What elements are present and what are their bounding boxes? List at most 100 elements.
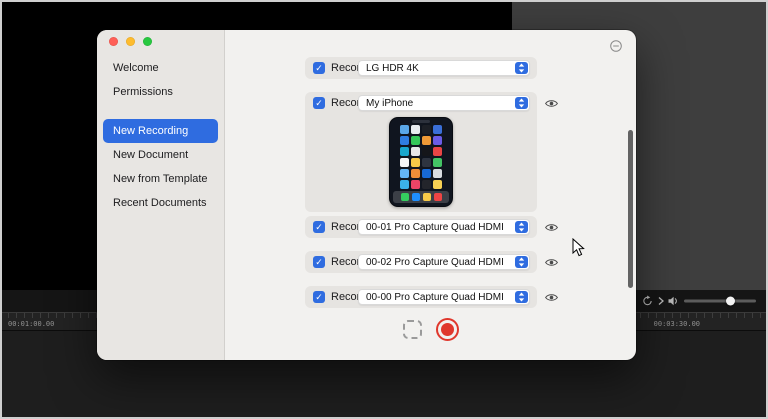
iphone-dock-icon [433, 193, 442, 201]
check-icon: ✓ [315, 62, 323, 73]
dialog-sidebar: Welcome Permissions New Recording New Do… [97, 30, 225, 360]
iphone-app-icon [422, 136, 431, 145]
iphone-dock [393, 191, 449, 203]
source-dropdown[interactable]: 00-00 Pro Capture Quad HDMI [358, 289, 530, 305]
eye-toggle[interactable] [543, 255, 559, 269]
sidebar-item-new-recording[interactable]: New Recording [103, 119, 218, 143]
close-button[interactable] [109, 37, 118, 46]
traffic-lights [109, 37, 152, 46]
record-checkbox[interactable]: ✓ [313, 97, 325, 109]
record-checkbox[interactable]: ✓ [313, 256, 325, 268]
eye-toggle[interactable] [543, 290, 559, 304]
play-icon[interactable] [658, 297, 664, 306]
record-actions [225, 318, 636, 341]
iphone-app-icon [411, 158, 420, 167]
iphone-app-icon [411, 147, 420, 156]
iphone-app-icon [400, 125, 409, 134]
sidebar-item-label: New from Template [113, 173, 208, 185]
eye-toggle[interactable] [543, 96, 559, 110]
check-icon: ✓ [315, 97, 323, 108]
iphone-app-icon [422, 180, 431, 189]
iphone-notch [412, 120, 430, 123]
check-icon: ✓ [315, 256, 323, 267]
sidebar-item-permissions[interactable]: Permissions [103, 80, 218, 104]
record-checkbox[interactable]: ✓ [313, 221, 325, 233]
sidebar-item-label: New Recording [113, 125, 189, 137]
source-row-capture-2: ✓ Record: 00-02 Pro Capture Quad HDMI [305, 251, 558, 273]
sidebar-item-label: Recent Documents [113, 197, 207, 209]
record-checkbox[interactable]: ✓ [313, 62, 325, 74]
volume-slider-track[interactable] [684, 299, 756, 303]
minimize-button[interactable] [126, 37, 135, 46]
source-dropdown[interactable]: 00-02 Pro Capture Quad HDMI [358, 254, 530, 270]
sidebar-item-label: Permissions [113, 86, 173, 98]
iphone-preview [389, 117, 453, 207]
iphone-app-icon [433, 180, 442, 189]
iphone-app-icon [422, 125, 431, 134]
iphone-app-icon [433, 169, 442, 178]
timecode-end: 00:03:30.00 [653, 320, 700, 328]
sidebar-item-recent-documents[interactable]: Recent Documents [103, 191, 218, 215]
collapse-icon[interactable] [610, 40, 622, 52]
eye-toggle[interactable] [543, 220, 559, 234]
sidebar-item-new-document[interactable]: New Document [103, 143, 218, 167]
scrollbar-thumb[interactable] [628, 130, 633, 288]
sidebar-item-new-from-template[interactable]: New from Template [103, 167, 218, 191]
iphone-app-icon [433, 125, 442, 134]
iphone-app-icon [422, 158, 431, 167]
iphone-dock-icon [422, 193, 431, 201]
sidebar-item-welcome[interactable]: Welcome [103, 56, 218, 80]
sidebar-group-top: Welcome Permissions [97, 56, 224, 104]
iphone-app-icon [411, 180, 420, 189]
check-icon: ✓ [315, 221, 323, 232]
volume-icon[interactable] [668, 296, 679, 306]
dropdown-value: My iPhone [366, 97, 414, 109]
popup-stepper-icon [515, 291, 528, 303]
iphone-app-icon [400, 180, 409, 189]
dropdown-value: 00-00 Pro Capture Quad HDMI [366, 291, 504, 303]
dialog-content: ✓ Record: LG HDR 4K ✓ Record: My iPhone [225, 30, 636, 360]
region-select-button[interactable] [402, 320, 422, 339]
iphone-dock-icon [411, 193, 420, 201]
iphone-app-icon [400, 136, 409, 145]
loop-icon[interactable] [642, 295, 653, 307]
dropdown-value: 00-01 Pro Capture Quad HDMI [366, 221, 504, 233]
record-checkbox[interactable]: ✓ [313, 291, 325, 303]
iphone-dock-icon [400, 193, 409, 201]
volume-slider-knob[interactable] [726, 296, 735, 306]
zoom-button[interactable] [143, 37, 152, 46]
iphone-app-icon [411, 125, 420, 134]
source-dropdown[interactable]: 00-01 Pro Capture Quad HDMI [358, 219, 530, 235]
iphone-app-icon [422, 169, 431, 178]
iphone-app-icon [411, 136, 420, 145]
new-recording-dialog: Welcome Permissions New Recording New Do… [97, 30, 636, 360]
iphone-app-icon [400, 147, 409, 156]
iphone-app-icon [400, 169, 409, 178]
record-button[interactable] [435, 318, 459, 341]
sidebar-item-label: New Document [113, 149, 189, 161]
dropdown-value: LG HDR 4K [366, 62, 419, 74]
iphone-app-icon [422, 147, 431, 156]
timecode-start: 00:01:00.00 [8, 320, 55, 328]
iphone-icon-grid [390, 125, 452, 189]
sidebar-group-new: New Recording New Document New from Temp… [97, 119, 224, 215]
iphone-app-icon [433, 147, 442, 156]
source-dropdown[interactable]: My iPhone [358, 95, 530, 111]
record-dot-icon [440, 323, 454, 336]
iphone-app-icon [433, 136, 442, 145]
dropdown-value: 00-02 Pro Capture Quad HDMI [366, 256, 504, 268]
iphone-app-icon [400, 158, 409, 167]
source-row-display: ✓ Record: LG HDR 4K [305, 57, 537, 79]
source-dropdown[interactable]: LG HDR 4K [358, 60, 530, 76]
iphone-app-icon [433, 158, 442, 167]
popup-stepper-icon [515, 221, 528, 233]
sidebar-item-label: Welcome [113, 62, 159, 74]
popup-stepper-icon [515, 97, 528, 109]
source-row-capture-1: ✓ Record: 00-01 Pro Capture Quad HDMI [305, 216, 558, 238]
popup-stepper-icon [515, 62, 528, 74]
iphone-app-icon [411, 169, 420, 178]
app-screen: 00:01:00.00 00:03:30.00 Welcome Permissi… [0, 0, 768, 419]
check-icon: ✓ [315, 291, 323, 302]
source-row-capture-0: ✓ Record: 00-00 Pro Capture Quad HDMI [305, 286, 558, 308]
popup-stepper-icon [515, 256, 528, 268]
